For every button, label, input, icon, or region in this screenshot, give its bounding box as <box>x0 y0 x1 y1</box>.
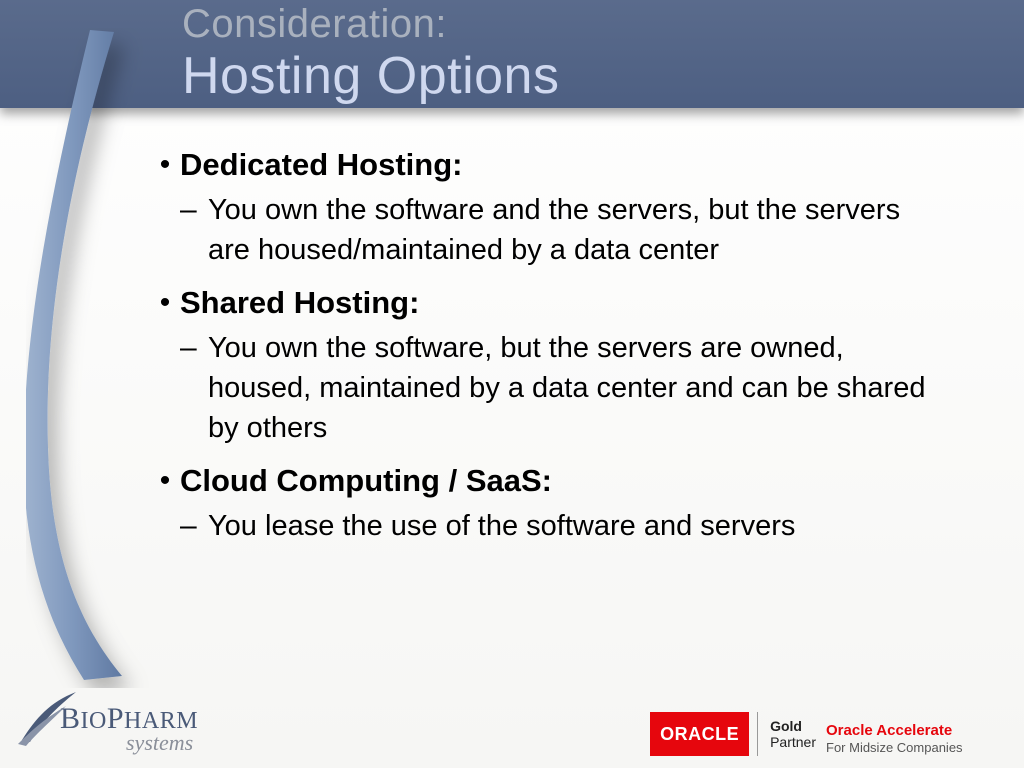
sub-bullet-text: You lease the use of the software and se… <box>208 506 795 546</box>
header-pretitle: Consideration: <box>182 2 447 47</box>
accelerate-subtitle: For Midsize Companies <box>826 740 1010 756</box>
bullet-marker: • <box>150 146 180 184</box>
slide: Consideration: Hosting Options • Dedicat… <box>0 0 1024 768</box>
bullet-marker: • <box>150 462 180 500</box>
header-title: Hosting Options <box>182 46 559 106</box>
oracle-brand-box: ORACLE <box>650 712 749 756</box>
bullet-title: Shared Hosting: <box>180 284 419 322</box>
bullet-item: • Cloud Computing / SaaS: <box>150 462 970 500</box>
logo-oracle-accelerate: Oracle Accelerate For Midsize Companies <box>826 722 1010 756</box>
bullet-title: Cloud Computing / SaaS: <box>180 462 552 500</box>
biopharm-logo-subtext: systems <box>126 730 193 756</box>
bullet-item: • Shared Hosting: <box>150 284 970 322</box>
sub-bullet-text: You own the software, but the servers ar… <box>208 328 938 448</box>
sub-bullet-item: – You lease the use of the software and … <box>180 506 970 546</box>
partner-level-box: Gold Partner <box>757 712 816 756</box>
logo-oracle-partner: ORACLE Gold Partner <box>650 712 816 756</box>
sub-bullet-marker: – <box>180 506 208 546</box>
partner-level: Gold <box>770 718 816 734</box>
footer: BIOPHARM systems ORACLE Gold Partner Ora… <box>0 684 1024 768</box>
partner-label: Partner <box>770 734 816 750</box>
bullet-item: • Dedicated Hosting: <box>150 146 970 184</box>
bullet-marker: • <box>150 284 180 322</box>
bullet-title: Dedicated Hosting: <box>180 146 462 184</box>
sub-bullet-item: – You own the software and the servers, … <box>180 190 970 270</box>
sub-bullet-item: – You own the software, but the servers … <box>180 328 970 448</box>
content-area: • Dedicated Hosting: – You own the softw… <box>150 140 970 560</box>
accelerate-title: Oracle Accelerate <box>826 722 1010 740</box>
sub-bullet-marker: – <box>180 190 208 230</box>
header-bar: Consideration: Hosting Options <box>0 0 1024 108</box>
sub-bullet-text: You own the software and the servers, bu… <box>208 190 938 270</box>
logo-biopharm: BIOPHARM systems <box>16 688 246 762</box>
sub-bullet-marker: – <box>180 328 208 368</box>
